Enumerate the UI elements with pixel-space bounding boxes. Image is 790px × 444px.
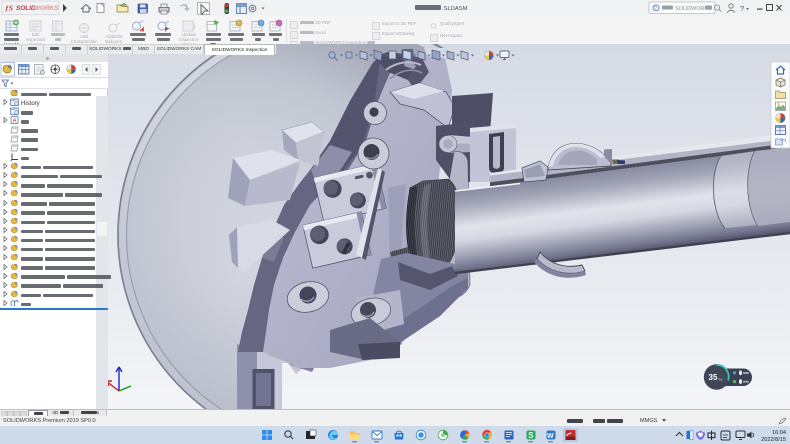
svg-text:.SLDASM: .SLDASM [442, 6, 468, 12]
svg-text:ƒS: ƒS [5, 4, 13, 13]
svg-text:?: ? [654, 6, 657, 12]
svg-text:35: 35 [709, 373, 718, 382]
svg-text:%: % [719, 377, 723, 382]
svg-text:S: S [528, 431, 534, 440]
svg-text:W: W [547, 433, 554, 440]
svg-text:?: ? [740, 4, 744, 13]
svg-text:2022/8/15: 2022/8/15 [761, 437, 786, 443]
svg-text:SOLID: SOLID [16, 5, 36, 12]
svg-text:A: A [13, 119, 17, 125]
svg-text:16:04: 16:04 [772, 430, 786, 436]
svg-text:WORKS: WORKS [34, 5, 59, 12]
